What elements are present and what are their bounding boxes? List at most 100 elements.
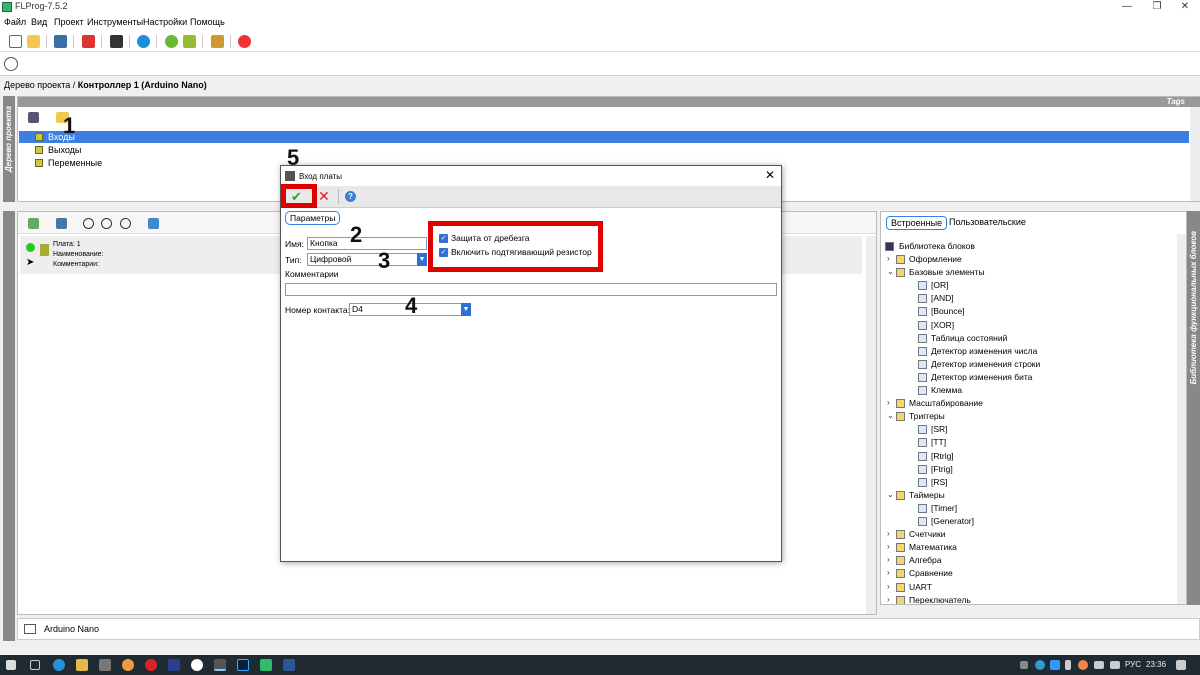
filter-icon[interactable]: [211, 35, 224, 48]
tab-arduino-nano[interactable]: Arduino Nano: [44, 624, 99, 634]
word-icon[interactable]: [283, 659, 295, 671]
type-select[interactable]: Цифровой ▼: [307, 253, 427, 266]
chrome-icon[interactable]: [122, 659, 134, 671]
annotation-box-checkboxes: [428, 221, 603, 272]
library-strip-label: Библиотека функциональных блоков: [1189, 231, 1198, 385]
dialog-close-button[interactable]: ✕: [765, 168, 775, 182]
cancel-button[interactable]: ✕: [318, 188, 330, 205]
block-icon: [896, 490, 905, 500]
menu-file[interactable]: Файл: [4, 17, 26, 27]
tab-parameters[interactable]: Параметры: [285, 211, 341, 225]
tray-avast-icon[interactable]: [1078, 660, 1088, 670]
layers-icon[interactable]: [148, 218, 159, 229]
help-button[interactable]: ?: [345, 191, 356, 202]
library-item-label: [Generator]: [931, 516, 974, 526]
chevron-right-icon[interactable]: ›: [887, 254, 895, 263]
block-icon: [918, 359, 927, 369]
stop-icon[interactable]: [238, 35, 251, 48]
save-icon[interactable]: [54, 35, 67, 48]
edge-icon[interactable]: [53, 659, 65, 671]
menu-settings[interactable]: Настройки: [143, 17, 187, 27]
tree-item-outputs[interactable]: Выходы: [19, 144, 1189, 156]
calculator-icon[interactable]: [99, 659, 111, 671]
chevron-down-icon[interactable]: ▼: [461, 303, 471, 316]
open-folder-icon[interactable]: [27, 35, 40, 48]
minimize-button[interactable]: —: [1110, 0, 1144, 14]
photoshop-icon[interactable]: [237, 659, 249, 671]
tree-header: Tags: [18, 97, 1200, 107]
chevron-right-icon[interactable]: ›: [887, 595, 895, 604]
tray-volume-icon[interactable]: [1110, 661, 1120, 669]
tree-item-inputs[interactable]: Входы: [19, 131, 1189, 143]
chevron-down-icon[interactable]: ▼: [417, 253, 427, 266]
menu-tools[interactable]: Инструменты: [87, 17, 143, 27]
tab-builtin[interactable]: Встроенные: [886, 216, 948, 230]
tray-language[interactable]: РУС: [1125, 660, 1141, 669]
tray-battery-icon[interactable]: [1094, 661, 1104, 669]
library-item-label: Триггеры: [909, 411, 945, 422]
view-icon[interactable]: [137, 35, 150, 48]
tab-user[interactable]: Пользовательские: [945, 216, 1030, 230]
chevron-right-icon[interactable]: ›: [887, 582, 895, 591]
window-titlebar: FLProg-7.5.2 — ❐ ✕: [0, 0, 1200, 14]
opera-icon[interactable]: [145, 659, 157, 671]
project-tree-strip[interactable]: Дерево проекта: [3, 96, 15, 202]
tray-cloud-icon[interactable]: [1050, 660, 1060, 670]
connect-icon[interactable]: [56, 218, 67, 229]
flprog-taskbar-icon[interactable]: [214, 659, 226, 671]
yandex-icon[interactable]: [191, 659, 203, 671]
board-view-icon[interactable]: [28, 218, 39, 229]
menu-project[interactable]: Проект: [54, 17, 84, 27]
chevron-right-icon[interactable]: ›: [887, 568, 895, 577]
tray-skype-icon[interactable]: [1035, 660, 1045, 670]
work-scrollbar[interactable]: [866, 236, 876, 614]
tray-chevron-icon[interactable]: [1020, 661, 1028, 669]
close-window-button[interactable]: ✕: [1168, 0, 1200, 14]
zoom-reset-icon[interactable]: [120, 218, 131, 229]
notifications-icon[interactable]: [1176, 660, 1186, 670]
wrench-icon[interactable]: [28, 112, 39, 123]
chevron-down-icon[interactable]: ⌄: [887, 490, 895, 499]
block-icon: [896, 530, 905, 540]
start-icon[interactable]: [6, 660, 16, 670]
type-label: Тип:: [285, 255, 302, 265]
upload-icon[interactable]: [183, 35, 196, 48]
tray-clock[interactable]: 23:36: [1146, 660, 1166, 669]
compile-icon[interactable]: [82, 35, 95, 48]
chevron-right-icon[interactable]: ›: [887, 529, 895, 538]
task-view-icon[interactable]: [30, 660, 40, 670]
name-input[interactable]: Кнопка: [307, 237, 427, 250]
block-icon: [896, 556, 905, 566]
explorer-icon[interactable]: [76, 659, 88, 671]
chevron-down-icon[interactable]: ⌄: [887, 411, 895, 420]
block-icon: [918, 517, 927, 526]
chevron-right-icon[interactable]: ›: [887, 398, 895, 407]
breadcrumb-root[interactable]: Дерево проекта /: [4, 80, 75, 90]
bottom-tab-bar: Arduino Nano: [17, 618, 1200, 640]
dot-icon[interactable]: [4, 57, 18, 71]
menu-help[interactable]: Помощь: [190, 17, 225, 27]
board-icon[interactable]: [110, 35, 123, 48]
chevron-right-icon[interactable]: ›: [887, 555, 895, 564]
annotation-5: 5: [287, 145, 300, 170]
zoom-out-icon[interactable]: [83, 218, 94, 229]
menu-view[interactable]: Вид: [31, 17, 47, 27]
tree-scrollbar[interactable]: [1190, 107, 1200, 201]
check-icon[interactable]: [165, 35, 178, 48]
app-icon-green[interactable]: [260, 659, 272, 671]
chevron-right-icon[interactable]: ›: [887, 542, 895, 551]
library-item-label: UART: [909, 581, 932, 592]
app-icon-blue[interactable]: [168, 659, 180, 671]
tray-mic-icon[interactable]: [1065, 660, 1071, 670]
block-icon: [896, 399, 905, 409]
library-strip[interactable]: Библиотека функциональных блоков: [1187, 211, 1200, 605]
new-file-icon[interactable]: [9, 35, 22, 48]
zoom-in-icon[interactable]: [101, 218, 112, 229]
block-icon: [918, 386, 927, 395]
chevron-down-icon[interactable]: ⌄: [887, 267, 895, 276]
block-library-panel: Встроенные Пользовательские Библиотека б…: [880, 211, 1187, 605]
comments-input[interactable]: [285, 283, 777, 296]
library-item-label: [TT]: [931, 437, 947, 448]
library-scrollbar[interactable]: [1177, 234, 1186, 604]
block-icon: [918, 294, 927, 304]
